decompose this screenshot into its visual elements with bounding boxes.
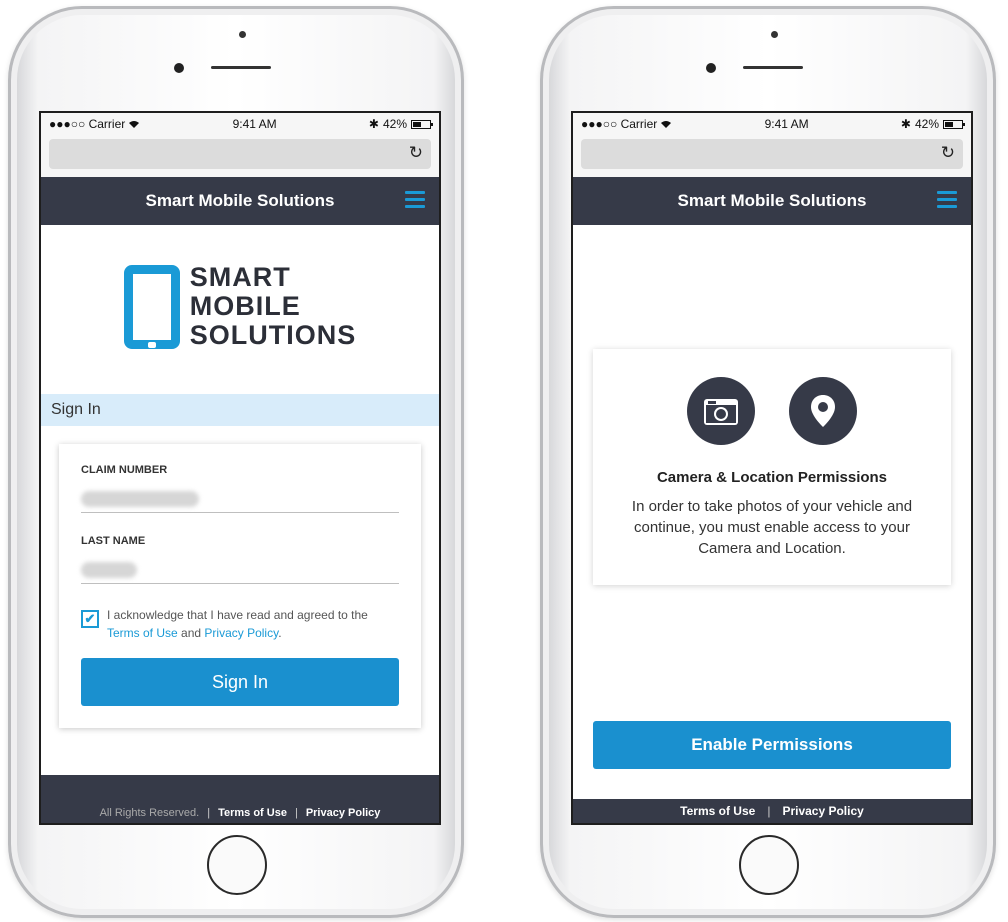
permissions-description: In order to take photos of your vehicle … [631, 498, 913, 557]
sign-in-button[interactable]: Sign In [81, 658, 399, 706]
screen-permissions: ●●●○○ Carrier 9:41 AM ✱ 42% ↻ Smart Mobi… [571, 111, 973, 825]
location-pin-icon [789, 377, 857, 445]
phone-frame-left: ●●●○○ Carrier 9:41 AM ✱ 42% ↻ Smart Mobi… [8, 6, 464, 918]
battery-icon [943, 119, 965, 129]
enable-permissions-button[interactable]: Enable Permissions [593, 721, 951, 769]
last-name-input[interactable] [81, 559, 399, 584]
company-logo: SMART MOBILE SOLUTIONS [41, 263, 439, 350]
claim-number-input[interactable] [81, 488, 399, 513]
app-header: Smart Mobile Solutions [41, 177, 439, 225]
earpiece-speaker [211, 66, 271, 69]
section-title: Sign In [51, 401, 101, 418]
reload-icon[interactable]: ↻ [941, 143, 955, 163]
logo-line-3: SOLUTIONS [189, 320, 357, 350]
wifi-icon [661, 120, 672, 128]
permissions-card: Camera & Location Permissions In order t… [593, 349, 951, 585]
footer-separator: | [294, 807, 298, 819]
redacted-value [81, 562, 137, 578]
home-button[interactable] [739, 835, 799, 895]
wifi-icon [129, 120, 140, 128]
acknowledge-row: ✔ I acknowledge that I have read and agr… [81, 606, 399, 642]
footer-terms-link[interactable]: Terms of Use [680, 804, 755, 818]
check-icon: ✔ [84, 611, 96, 626]
app-header: Smart Mobile Solutions [573, 177, 971, 225]
reload-icon[interactable]: ↻ [409, 143, 423, 163]
hamburger-menu-icon[interactable] [937, 191, 957, 212]
redacted-value [81, 491, 199, 507]
carrier-label: ●●●○○ Carrier [581, 117, 658, 131]
address-bar[interactable]: ↻ [581, 139, 963, 169]
footer-privacy-link[interactable]: Privacy Policy [782, 804, 863, 818]
footer-privacy-link[interactable]: Privacy Policy [306, 807, 381, 819]
app-title: Smart Mobile Solutions [677, 191, 867, 210]
logo-line-1: SMART [189, 262, 291, 292]
battery-icon [411, 119, 433, 129]
ack-and: and [181, 626, 202, 640]
battery-percent: 42% [382, 117, 407, 131]
ack-text: I acknowledge that I have read and agree… [107, 608, 368, 622]
screen-sign-in: ●●●○○ Carrier 9:41 AM ✱ 42% ↻ Smart Mobi… [39, 111, 441, 825]
home-button[interactable] [207, 835, 267, 895]
rights-text: All Rights Reserved. [99, 807, 200, 819]
permissions-title: Camera & Location Permissions [656, 469, 888, 486]
logo-phone-icon [123, 264, 180, 349]
privacy-link[interactable]: Privacy Policy [204, 626, 278, 640]
sign-in-form: CLAIM NUMBER LAST NAME ✔ I acknowledge t… [59, 444, 421, 728]
bluetooth-icon: ✱ [368, 117, 379, 131]
bluetooth-icon: ✱ [900, 117, 911, 131]
front-camera [239, 31, 246, 38]
clock: 9:41 AM [764, 117, 809, 131]
battery-percent: 42% [914, 117, 939, 131]
status-bar: ●●●○○ Carrier 9:41 AM ✱ 42% [41, 113, 439, 135]
app-title: Smart Mobile Solutions [145, 191, 335, 210]
earpiece-speaker [743, 66, 803, 69]
footer-terms-link[interactable]: Terms of Use [218, 807, 287, 819]
section-title-bar: Sign In [41, 394, 439, 426]
sensor-dot [174, 63, 184, 73]
front-camera [771, 31, 778, 38]
footer: All Rights Reserved. | Terms of Use | Pr… [41, 775, 439, 823]
footer-separator: | [767, 804, 771, 818]
footer-separator: | [207, 807, 211, 819]
claim-number-label: CLAIM NUMBER [81, 464, 168, 476]
terms-link[interactable]: Terms of Use [107, 626, 178, 640]
clock: 9:41 AM [232, 117, 277, 131]
sensor-dot [706, 63, 716, 73]
phone-frame-right: ●●●○○ Carrier 9:41 AM ✱ 42% ↻ Smart Mobi… [540, 6, 996, 918]
acknowledge-checkbox[interactable]: ✔ [81, 610, 99, 628]
last-name-label: LAST NAME [81, 535, 146, 547]
footer: Terms of Use | Privacy Policy [573, 799, 971, 823]
status-bar: ●●●○○ Carrier 9:41 AM ✱ 42% [573, 113, 971, 135]
camera-icon [687, 377, 755, 445]
ack-period: . [278, 626, 282, 640]
carrier-label: ●●●○○ Carrier [49, 117, 126, 131]
logo-line-2: MOBILE [189, 291, 301, 321]
hamburger-menu-icon[interactable] [405, 191, 425, 212]
address-bar[interactable]: ↻ [49, 139, 431, 169]
